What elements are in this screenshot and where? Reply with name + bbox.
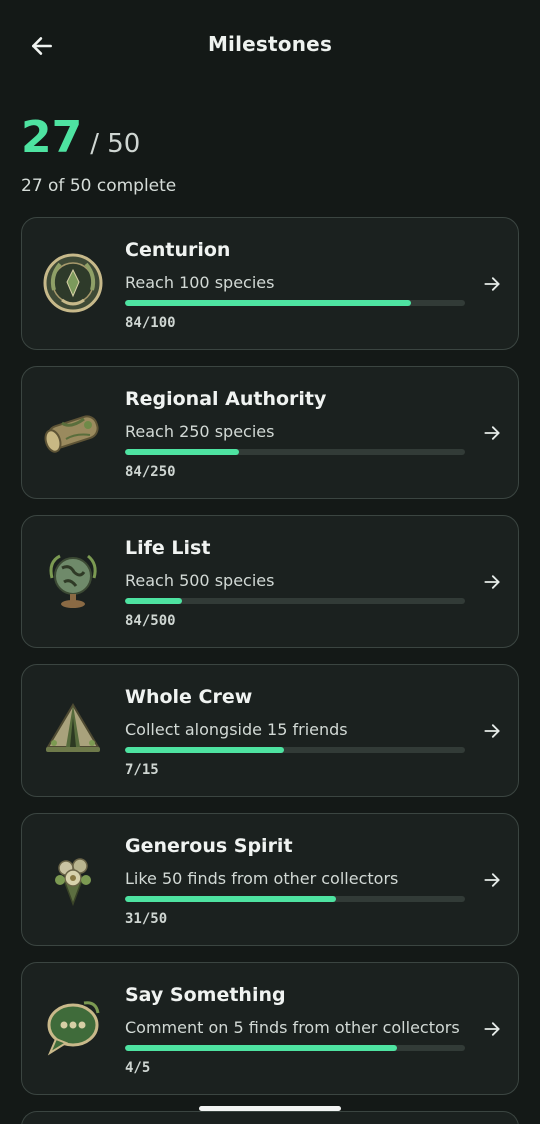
milestone-name: Regional Authority: [125, 388, 327, 410]
milestone-list: Centurion Reach 100 species 84/100 Regio…: [21, 217, 519, 1124]
progress-bar: [125, 300, 465, 306]
milestone-description: Like 50 finds from other collectors: [125, 869, 399, 888]
progress-fill: [125, 747, 284, 753]
progress-fill: [125, 598, 183, 604]
milestone-name: Centurion: [125, 239, 231, 261]
milestone-summary: 27 / 50: [21, 112, 140, 164]
page-title: Milestones: [207, 32, 333, 56]
progress-text: 84/100: [125, 315, 176, 331]
progress-fill: [125, 1045, 397, 1051]
progress-text: 84/250: [125, 464, 176, 480]
completed-count: 27: [21, 112, 83, 163]
milestone-name: Say Something: [125, 984, 286, 1006]
progress-text: 31/50: [125, 911, 168, 927]
arrow-right-icon: [484, 873, 500, 887]
home-indicator[interactable]: [199, 1106, 341, 1111]
progress-fill: [125, 896, 336, 902]
milestone-name: Generous Spirit: [125, 835, 293, 857]
arrow-right-icon: [484, 724, 500, 738]
milestone-description: Reach 100 species: [125, 273, 275, 292]
milestone-description: Reach 500 species: [125, 571, 275, 590]
milestone-name: Life List: [125, 537, 211, 559]
arrow-right-icon: [484, 1022, 500, 1036]
progress-bar: [125, 449, 465, 455]
arrow-right-icon: [484, 277, 500, 291]
milestone-card-say-something[interactable]: Say Something Comment on 5 finds from ot…: [21, 962, 519, 1095]
header: Milestones: [0, 0, 540, 92]
milestone-card-life-list[interactable]: Life List Reach 500 species 84/500: [21, 515, 519, 648]
milestone-card-partial[interactable]: [21, 1111, 519, 1124]
progress-text: 7/15: [125, 762, 159, 778]
progress-fill: [125, 300, 411, 306]
progress-bar: [125, 1045, 465, 1051]
total-count: / 50: [90, 129, 141, 159]
milestone-card-regional-authority[interactable]: Regional Authority Reach 250 species 84/…: [21, 366, 519, 499]
progress-text: 84/500: [125, 613, 176, 629]
flower-bouquet-badge-icon: [40, 846, 106, 912]
progress-bar: [125, 747, 465, 753]
summary-subtitle: 27 of 50 complete: [21, 176, 177, 196]
milestone-card-generous-spirit[interactable]: Generous Spirit Like 50 finds from other…: [21, 813, 519, 946]
progress-bar: [125, 598, 465, 604]
progress-fill: [125, 449, 240, 455]
scroll-map-badge-icon: [40, 399, 106, 465]
milestone-name: Whole Crew: [125, 686, 253, 708]
laurel-wreath-badge-icon: [40, 250, 106, 316]
speech-bubble-badge-icon: [40, 995, 106, 1061]
milestone-card-centurion[interactable]: Centurion Reach 100 species 84/100: [21, 217, 519, 350]
milestone-description: Collect alongside 15 friends: [125, 720, 348, 739]
milestone-card-whole-crew[interactable]: Whole Crew Collect alongside 15 friends …: [21, 664, 519, 797]
progress-text: 4/5: [125, 1060, 151, 1076]
progress-bar: [125, 896, 465, 902]
arrow-right-icon: [484, 575, 500, 589]
globe-badge-icon: [40, 548, 106, 614]
milestones-screen: Milestones 27 / 50 27 of 50 complete Cen…: [0, 0, 540, 1124]
milestone-description: Reach 250 species: [125, 422, 275, 441]
tent-badge-icon: [40, 697, 106, 763]
arrow-right-icon: [484, 426, 500, 440]
milestone-description: Comment on 5 finds from other collectors: [125, 1018, 460, 1037]
